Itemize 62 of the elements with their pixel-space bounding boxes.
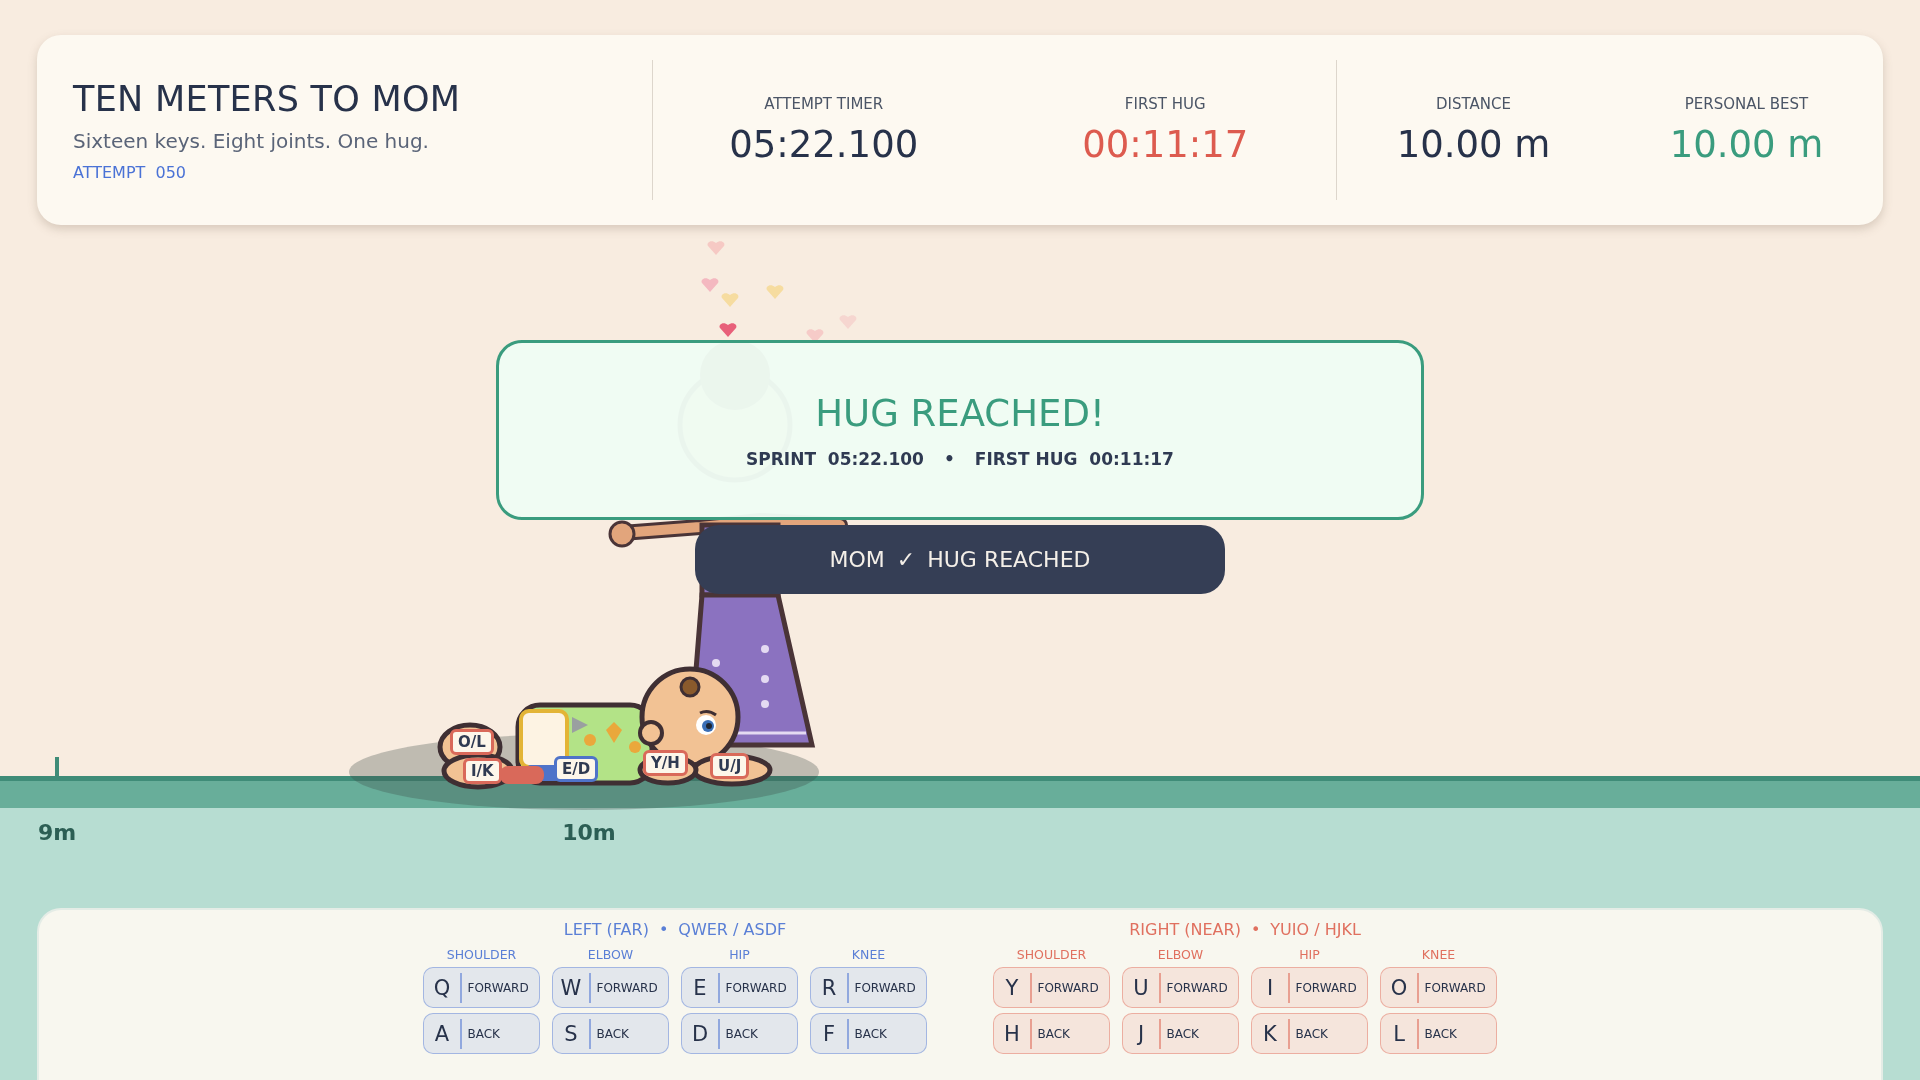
key-button[interactable]: U FORWARD xyxy=(1122,967,1239,1008)
stat-label: DISTANCE xyxy=(1436,94,1511,113)
key-button[interactable]: W FORWARD xyxy=(552,967,669,1008)
group-title: LEFT (FAR) xyxy=(563,920,649,939)
heart-icon xyxy=(721,293,739,307)
key-set-label: QWER / ASDF xyxy=(678,920,787,939)
stat-value: 05:22.100 xyxy=(729,122,919,166)
key-button[interactable]: F BACK xyxy=(810,1013,927,1054)
sprint-time: SPRINT 05:22.100 xyxy=(746,448,924,469)
status-text: HUG REACHED xyxy=(927,547,1091,572)
separator-dot: • xyxy=(658,920,669,939)
key-button[interactable]: K BACK xyxy=(1251,1013,1368,1054)
game-title: TEN METERS TO MOM xyxy=(73,78,462,119)
key-button[interactable]: O FORWARD xyxy=(1380,967,1497,1008)
joint-label: HIP xyxy=(1299,947,1320,962)
key-button[interactable]: D BACK xyxy=(681,1013,798,1054)
key-button[interactable]: J BACK xyxy=(1122,1013,1239,1054)
joint-label: ELBOW xyxy=(587,947,634,962)
key-button[interactable]: H BACK xyxy=(993,1013,1110,1054)
status-name: MOM xyxy=(829,547,885,572)
key-button[interactable]: R FORWARD xyxy=(810,967,927,1008)
heart-icon xyxy=(806,329,824,343)
key-button[interactable]: L BACK xyxy=(1380,1013,1497,1054)
heart-icon xyxy=(719,323,737,337)
joint-label: SHOULDER xyxy=(446,947,517,962)
subtitle: Sixteen keys. Eight joints. One hug. xyxy=(73,128,430,153)
separator-dot: • xyxy=(943,448,955,469)
limb-key-tag: E/D xyxy=(554,756,599,782)
limb-key-tag: U/J xyxy=(710,753,750,779)
limb-key-tag: Y/H xyxy=(643,750,688,776)
stat-value: 10.00 m xyxy=(1669,122,1824,166)
stat-value: 10.00 m xyxy=(1396,122,1551,166)
key-button[interactable]: E FORWARD xyxy=(681,967,798,1008)
distance-tick xyxy=(55,757,59,776)
limb-key-tag: I/K xyxy=(463,758,502,784)
attempt-counter: ATTEMPT 050 xyxy=(73,162,187,182)
heart-icon xyxy=(701,278,719,292)
joint-label: KNEE xyxy=(1421,947,1456,962)
joint-label: HIP xyxy=(729,947,750,962)
limb-key-tag: O/L xyxy=(450,729,494,755)
heart-icon xyxy=(766,285,784,299)
joint-label: SHOULDER xyxy=(1016,947,1087,962)
key-button[interactable]: Q FORWARD xyxy=(423,967,540,1008)
group-title: RIGHT (NEAR) xyxy=(1129,920,1241,939)
distance-marker: 10m xyxy=(562,820,616,845)
first-hug-time: FIRST HUG 00:11:17 xyxy=(974,448,1174,469)
key-button[interactable]: I FORWARD xyxy=(1251,967,1368,1008)
stat-value: 00:11:17 xyxy=(1082,122,1249,166)
joint-label: ELBOW xyxy=(1157,947,1204,962)
key-set-label: YUIO / HJKL xyxy=(1270,920,1361,939)
distance-marker: 9m xyxy=(37,820,77,845)
result-title: HUG REACHED! xyxy=(815,391,1105,435)
stat-label: PERSONAL BEST xyxy=(1684,94,1809,113)
key-button[interactable]: A BACK xyxy=(423,1013,540,1054)
key-button[interactable]: Y FORWARD xyxy=(993,967,1110,1008)
separator-dot: • xyxy=(1250,920,1261,939)
stat-label: FIRST HUG xyxy=(1124,94,1206,113)
stat-label: ATTEMPT TIMER xyxy=(764,94,884,113)
joint-label: KNEE xyxy=(851,947,886,962)
heart-icon xyxy=(707,241,725,255)
check-icon: ✓ xyxy=(896,547,916,572)
key-button[interactable]: S BACK xyxy=(552,1013,669,1054)
